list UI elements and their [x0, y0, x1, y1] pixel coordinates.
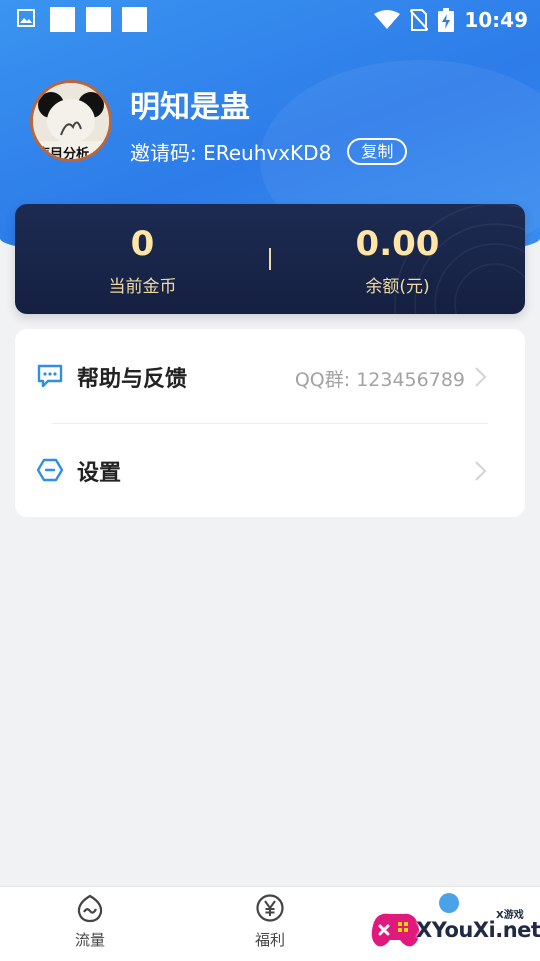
- help-feedback-label: 帮助与反馈: [77, 367, 188, 392]
- qq-group-text: QQ群: 123456789: [294, 369, 465, 391]
- avatar[interactable]: 盲目分析: [30, 80, 112, 162]
- coins-stat[interactable]: 0 当前金币: [15, 224, 270, 297]
- coins-value: 0: [130, 224, 155, 264]
- watermark-text: XYouXi.net: [416, 918, 540, 942]
- nav-label: 福利: [254, 931, 285, 949]
- no-sim-icon: [410, 9, 429, 31]
- watermark: X游戏 XYouXi.net: [368, 892, 540, 960]
- battery-charging-icon: [438, 8, 455, 32]
- gamepad-logo-icon: [371, 913, 420, 947]
- chevron-right-icon: [475, 461, 487, 481]
- balance-stat[interactable]: 0.00 余额(元): [270, 224, 525, 297]
- notification-placeholder: [122, 7, 147, 32]
- clock: 10:49: [464, 8, 528, 32]
- settings-row[interactable]: 设置: [15, 423, 525, 517]
- invite-code-text: 邀请码: EReuhvxKD8: [130, 141, 332, 165]
- status-bar: 10:49: [0, 0, 540, 40]
- notification-placeholder: [86, 7, 111, 32]
- chat-icon: [37, 364, 63, 388]
- wallet-card: 0 当前金币 0.00 余额(元): [15, 204, 525, 314]
- settings-label: 设置: [77, 461, 122, 486]
- coins-label: 当前金币: [108, 277, 177, 297]
- wifi-icon: [374, 10, 401, 29]
- dot-decoration: [439, 893, 459, 913]
- balance-value: 0.00: [355, 224, 440, 264]
- flow-icon: [77, 894, 103, 923]
- nav-item-welfare[interactable]: 福利: [225, 893, 315, 950]
- chevron-right-icon: [475, 367, 487, 387]
- balance-label: 余额(元): [365, 277, 430, 297]
- nav-label: 流量: [74, 931, 105, 949]
- settings-icon: [37, 458, 63, 482]
- notification-placeholder: [50, 7, 75, 32]
- copy-button[interactable]: 复制: [347, 138, 408, 165]
- invite-code-row: 邀请码: EReuhvxKD8 复制: [130, 137, 408, 166]
- nav-item-flow[interactable]: 流量: [45, 893, 135, 950]
- yen-icon: [256, 894, 284, 922]
- menu-card: 帮助与反馈 QQ群: 123456789 设置: [15, 329, 525, 517]
- help-feedback-row[interactable]: 帮助与反馈 QQ群: 123456789: [15, 329, 525, 423]
- image-icon: [17, 9, 35, 27]
- user-name: 明知是蛊: [130, 90, 250, 125]
